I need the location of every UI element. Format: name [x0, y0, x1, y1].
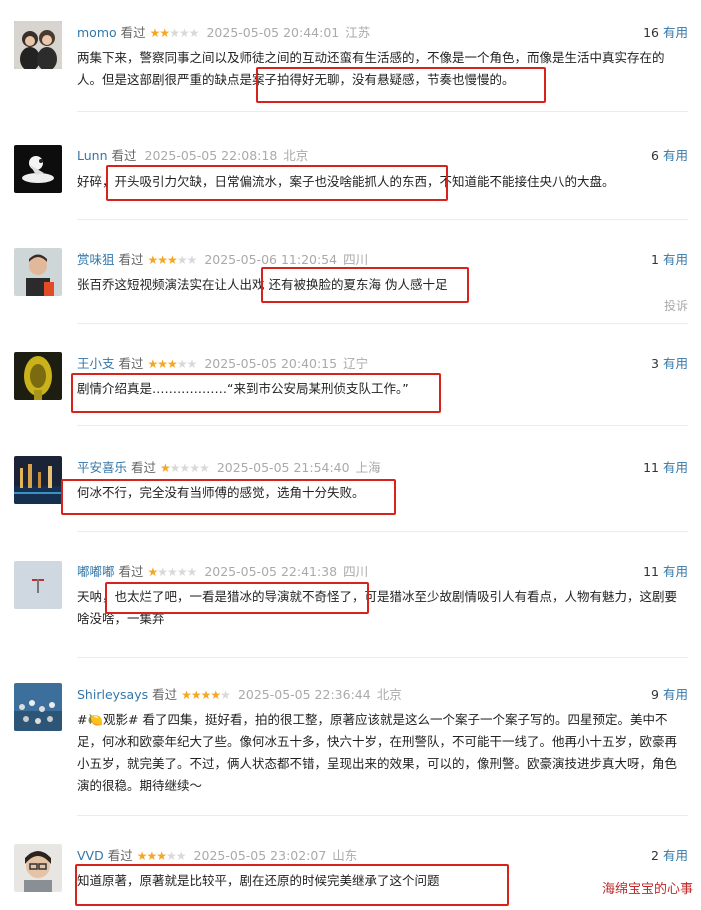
avatar[interactable] [14, 456, 62, 504]
rating-stars: ★★★★★ [149, 26, 200, 40]
useful-button[interactable]: 有用 [663, 148, 688, 163]
useful-vote[interactable]: 9 有用 [651, 687, 688, 703]
watched-status: 看过 [118, 564, 144, 579]
useful-count: 1 [651, 252, 659, 267]
rating-stars: ★★★★★ [147, 357, 198, 371]
review-text: #🍋观影# 看了四集，挺好看，拍的很工整，原著应该就是这么一个案子一个案子写的。… [77, 712, 678, 793]
username-link[interactable]: Lunn [77, 148, 108, 163]
highlight-box [61, 479, 396, 515]
divider [77, 531, 688, 532]
username-link[interactable]: VVD [77, 848, 104, 863]
highlight-box [105, 582, 369, 614]
review-date: 2025-05-05 20:44:01 [206, 25, 340, 40]
useful-count: 3 [651, 356, 659, 371]
avatar[interactable] [14, 844, 62, 892]
highlight-box [71, 373, 441, 413]
review-date: 2025-05-05 22:41:38 [204, 564, 338, 579]
review-location: 辽宁 [343, 356, 369, 371]
useful-button[interactable]: 有用 [663, 356, 688, 371]
avatar[interactable] [14, 21, 62, 69]
useful-button[interactable]: 有用 [663, 460, 688, 475]
divider [77, 425, 688, 426]
review-location: 北京 [283, 148, 309, 163]
highlight-box [261, 267, 469, 303]
watched-status: 看过 [118, 356, 144, 371]
review-meta: Lunn 看过 2025-05-05 22:08:18 北京 [77, 148, 308, 164]
review-location: 北京 [376, 687, 402, 702]
review-date: 2025-05-05 23:02:07 [193, 848, 327, 863]
watched-status: 看过 [111, 148, 137, 163]
useful-button[interactable]: 有用 [663, 848, 688, 863]
useful-vote[interactable]: 3 有用 [651, 356, 688, 372]
review-date: 2025-05-05 20:40:15 [204, 356, 338, 371]
rating-stars: ★★★★★ [160, 461, 210, 475]
watermark: 海绵宝宝的心事 [601, 882, 693, 897]
useful-vote[interactable]: 11 有用 [643, 564, 688, 580]
username-link[interactable]: Shirleysays [77, 687, 148, 702]
divider [77, 657, 688, 658]
rating-stars: ★★★★★ [181, 688, 231, 702]
avatar[interactable] [14, 352, 62, 400]
review-meta: VVD 看过 ★★★★★ 2025-05-05 23:02:07 山东 [77, 848, 357, 864]
divider [77, 323, 688, 324]
review-date: 2025-05-05 22:36:44 [237, 687, 371, 702]
username-link[interactable]: 平安喜乐 [77, 460, 127, 475]
review-date: 2025-05-05 22:08:18 [144, 148, 278, 163]
watched-status: 看过 [120, 25, 146, 40]
divider [77, 111, 688, 112]
rating-stars: ★★★★★ [147, 253, 198, 267]
username-link[interactable]: 嘟嘟嘟 [77, 564, 115, 579]
rating-stars: ★★★★★ [147, 565, 198, 579]
watched-status: 看过 [107, 848, 133, 863]
report-link[interactable]: 投诉 [664, 297, 688, 314]
useful-button[interactable]: 有用 [663, 564, 688, 579]
highlight-box [75, 864, 509, 906]
review-date: 2025-05-05 21:54:40 [216, 460, 350, 475]
useful-count: 9 [651, 687, 659, 702]
review-location: 山东 [332, 848, 358, 863]
divider [77, 815, 688, 816]
review-meta: 嘟嘟嘟 看过 ★★★★★ 2025-05-05 22:41:38 四川 [77, 564, 368, 580]
username-link[interactable]: 王小支 [77, 356, 115, 371]
useful-count: 6 [651, 148, 659, 163]
useful-count: 2 [651, 848, 659, 863]
review-date: 2025-05-06 11:20:54 [204, 252, 338, 267]
review-meta: 王小支 看过 ★★★★★ 2025-05-05 20:40:15 辽宁 [77, 356, 368, 372]
highlight-box [106, 165, 448, 201]
highlight-box [256, 67, 546, 103]
useful-count: 16 [643, 25, 659, 40]
review-location: 江苏 [345, 25, 371, 40]
useful-count: 11 [643, 564, 659, 579]
username-link[interactable]: momo [77, 25, 117, 40]
useful-vote[interactable]: 1 有用 [651, 252, 688, 268]
review-meta: momo 看过 ★★★★★ 2025-05-05 20:44:01 江苏 [77, 25, 370, 41]
review-location: 上海 [355, 460, 381, 475]
useful-button[interactable]: 有用 [663, 687, 688, 702]
watched-status: 看过 [118, 252, 144, 267]
watched-status: 看过 [152, 687, 178, 702]
avatar[interactable] [14, 248, 62, 296]
avatar[interactable] [14, 145, 62, 193]
review-meta: 赏味狙 看过 ★★★★★ 2025-05-06 11:20:54 四川 [77, 252, 368, 268]
review-meta: Shirleysays 看过 ★★★★★ 2025-05-05 22:36:44 北京 [77, 687, 402, 703]
useful-vote[interactable]: 11 有用 [643, 460, 688, 476]
review-location: 四川 [343, 564, 369, 579]
useful-vote[interactable]: 6 有用 [651, 148, 688, 164]
divider [77, 219, 688, 220]
watched-status: 看过 [131, 460, 157, 475]
review-location: 四川 [343, 252, 369, 267]
useful-count: 11 [643, 460, 659, 475]
useful-vote[interactable]: 16 有用 [643, 25, 688, 41]
useful-vote[interactable]: 2 有用 [651, 848, 688, 864]
rating-stars: ★★★★★ [136, 849, 187, 863]
username-link[interactable]: 赏味狙 [77, 252, 115, 267]
avatar[interactable] [14, 561, 62, 609]
useful-button[interactable]: 有用 [663, 25, 688, 40]
avatar[interactable] [14, 683, 62, 731]
useful-button[interactable]: 有用 [663, 252, 688, 267]
review-meta: 平安喜乐 看过 ★★★★★ 2025-05-05 21:54:40 上海 [77, 460, 381, 476]
